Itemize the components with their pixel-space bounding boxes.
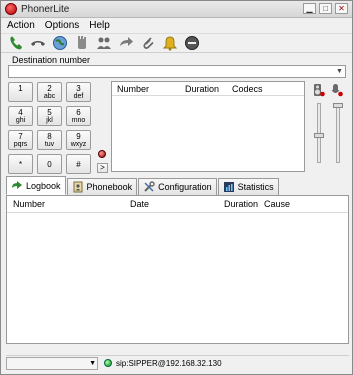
hangup-button[interactable] [29,35,47,52]
conference-icon [97,37,111,49]
close-button[interactable]: ✕ [335,3,348,14]
title-bar: PhonerLite ▁ □ ✕ [1,1,352,18]
column-number[interactable]: Number [13,199,45,209]
key-6[interactable]: 6 mno [66,106,91,126]
toolbar [1,33,352,53]
tab-configuration[interactable]: Configuration [138,178,217,195]
menu-options[interactable]: Options [45,18,79,33]
paperclip-icon [143,37,154,49]
column-date[interactable]: Date [130,199,149,209]
call-status-led [98,150,106,158]
globe-button[interactable] [51,35,69,52]
menu-bar: Action Options Help [1,18,352,33]
column-duration[interactable]: Duration [180,82,227,95]
transfer-icon [120,37,133,46]
key-9[interactable]: 9 wxyz [66,130,91,150]
destination-combobox[interactable]: ▼ [8,65,346,78]
active-calls-list[interactable]: Number Duration Codecs [111,81,305,172]
registration-status: sip:SIPPER@192.168.32.130 [116,358,222,368]
menu-help[interactable]: Help [89,18,110,33]
column-codecs[interactable]: Codecs [227,82,263,95]
speaker-slider-thumb[interactable] [314,133,324,138]
attach-button[interactable] [139,35,157,52]
conference-button[interactable] [95,35,113,52]
speaker-icon[interactable] [313,83,325,97]
hold-hand-icon [78,36,86,49]
key-8[interactable]: 8 tuv [37,130,62,150]
profile-dropdown[interactable]: ▼ [6,356,98,370]
key-0[interactable]: 0 [37,154,62,174]
microphone-slider-thumb[interactable] [333,103,343,108]
chevron-down-icon[interactable]: ▼ [335,67,344,76]
call-button[interactable] [7,35,25,52]
statistics-icon [223,182,234,192]
window-title: PhonerLite [21,4,70,15]
key-2[interactable]: 2 abc [37,82,62,102]
registration-status-led [104,359,112,367]
column-number[interactable]: Number [112,82,180,95]
globe-icon [53,36,67,50]
microphone-volume-slider[interactable] [336,103,340,163]
bell-button[interactable] [161,35,179,52]
status-bar: ▼ sip:SIPPER@192.168.32.130 [6,355,349,370]
tab-phonebook[interactable]: Phonebook [66,178,138,195]
key-3[interactable]: 3 def [66,82,91,102]
dnd-button[interactable] [183,35,201,52]
chevron-down-icon[interactable]: ▼ [89,358,96,369]
column-duration[interactable]: Duration [224,199,258,209]
dial-keypad: 1 2 abc 3 def 4 ghi 5 jkl 6 mno 7 pqrs 8 tuv 9w… [8,82,95,174]
microphone-icon[interactable] [331,83,343,97]
destination-input[interactable] [9,66,331,78]
dnd-icon [185,36,199,50]
key-4[interactable]: 4 ghi [8,106,33,126]
phonebook-icon [73,181,83,193]
hold-button[interactable] [73,35,91,52]
call-icon [10,36,22,50]
maximize-button[interactable]: □ [319,3,332,14]
minimize-button[interactable]: ▁ [303,3,316,14]
key-5[interactable]: 5 jkl [37,106,62,126]
hangup-icon [31,41,45,46]
key-hash[interactable]: # [66,154,91,174]
column-cause[interactable]: Cause [264,199,290,209]
logbook-list[interactable]: Number Date Duration Cause [6,195,349,344]
configuration-icon [144,181,155,192]
app-logo-icon [5,3,17,15]
phonerlite-window: PhonerLite ▁ □ ✕ Action Options Help Des… [0,0,353,375]
window-controls: ▁ □ ✕ [303,3,348,14]
volume-controls [309,81,349,173]
logbook-header: Number Date Duration Cause [7,196,348,213]
tab-bar: Logbook Phonebook Configuration Statisti… [6,176,351,195]
tab-logbook[interactable]: Logbook [6,176,66,195]
bell-icon [162,36,178,51]
key-star[interactable]: * [8,154,33,174]
logbook-icon [12,180,22,189]
key-1[interactable]: 1 [8,82,33,102]
menu-action[interactable]: Action [7,18,35,33]
tab-statistics[interactable]: Statistics [217,178,279,195]
key-7[interactable]: 7 pqrs [8,130,33,150]
transfer-button[interactable] [117,35,135,52]
calls-header: Number Duration Codecs [112,82,304,96]
dial-go-button[interactable]: > [97,163,108,173]
destination-label: Destination number [12,55,91,65]
